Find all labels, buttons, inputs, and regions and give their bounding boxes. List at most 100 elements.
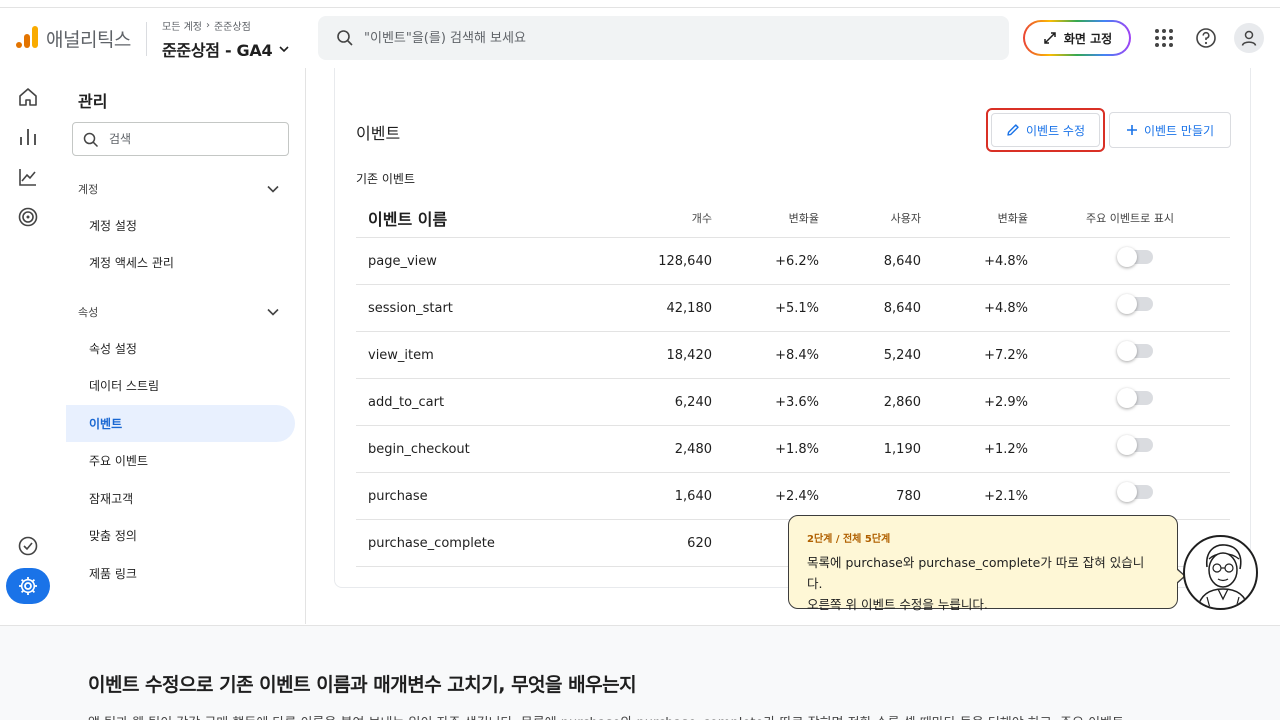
- account-avatar[interactable]: [1234, 23, 1264, 53]
- account-selector[interactable]: 모든 계정 › 준준상점 준준상점 - GA4: [162, 18, 290, 61]
- cell-users-change: +2.1%: [984, 489, 1028, 504]
- plus-icon: [1126, 125, 1137, 135]
- gear-icon: [19, 577, 37, 595]
- admin-sidebar: 관리 계정 계정 설정 계정 액세스 관리 속성 속성 설정 데이터 스트림 이…: [56, 68, 306, 624]
- help-icon[interactable]: [1194, 26, 1218, 50]
- top-border: [0, 0, 1280, 8]
- cell-count: 128,640: [658, 254, 712, 269]
- search-icon: [337, 30, 353, 46]
- cell-users-change: +2.9%: [984, 395, 1028, 410]
- lesson-title: 이벤트 수정으로 기존 이벤트 이름과 매개변수 고치기, 무엇을 배우는지: [88, 674, 637, 696]
- toggle-knob: [1117, 435, 1137, 455]
- cell-users: 8,640: [883, 301, 921, 316]
- cell-count: 42,180: [666, 301, 713, 316]
- app-name[interactable]: 애널리틱스: [46, 25, 131, 52]
- key-event-toggle[interactable]: [1117, 294, 1153, 314]
- table-row[interactable]: page_view 128,640 +6.2% 8,640 +4.8%: [356, 238, 1230, 285]
- section-account[interactable]: 계정: [78, 181, 98, 197]
- tooltip-message: 목록에 purchase와 purchase_complete가 따로 잡혀 있…: [807, 552, 1159, 615]
- cell-event-name[interactable]: purchase: [368, 489, 428, 504]
- cell-count-change: +1.8%: [775, 442, 819, 457]
- col-users-change[interactable]: 변화율: [942, 210, 1028, 226]
- cell-event-name[interactable]: view_item: [368, 348, 434, 363]
- cell-users-change: +7.2%: [984, 348, 1028, 363]
- chevron-down-icon: [279, 46, 289, 53]
- home-icon[interactable]: [16, 85, 40, 109]
- admin-title: 관리: [78, 92, 108, 111]
- search-icon: [83, 132, 99, 148]
- global-search[interactable]: [318, 16, 1009, 60]
- pin-screen-label: 화면 고정: [1063, 31, 1113, 46]
- key-event-toggle[interactable]: [1117, 247, 1153, 267]
- nav-custom-definitions[interactable]: 맞춤 정의: [66, 517, 295, 554]
- advertising-icon[interactable]: [16, 205, 40, 229]
- cell-count: 18,420: [666, 348, 713, 363]
- nav-product-links[interactable]: 제품 링크: [66, 555, 295, 592]
- cell-event-name[interactable]: begin_checkout: [368, 442, 470, 457]
- cell-count-change: +6.2%: [775, 254, 819, 269]
- cell-count-change: +2.4%: [775, 489, 819, 504]
- events-title: 이벤트: [356, 124, 401, 143]
- edit-button-highlight: 이벤트 수정: [986, 108, 1105, 152]
- nav-account-settings[interactable]: 계정 설정: [66, 207, 295, 244]
- table-row[interactable]: begin_checkout 2,480 +1.8% 1,190 +1.2%: [356, 426, 1230, 473]
- nav-property-settings[interactable]: 속성 설정: [66, 330, 295, 367]
- col-users[interactable]: 사용자: [835, 210, 921, 226]
- col-mark-key-event[interactable]: 주요 이벤트로 표시: [1086, 210, 1226, 226]
- col-count-change[interactable]: 변화율: [733, 210, 819, 226]
- tooltip-line-2: 오른쪽 위 이벤트 수정을 누릅니다.: [807, 597, 988, 612]
- cell-count-change: +5.1%: [775, 301, 819, 316]
- nav-key-events[interactable]: 주요 이벤트: [66, 442, 295, 479]
- guide-mascot: [1183, 535, 1258, 610]
- cell-event-name[interactable]: page_view: [368, 254, 437, 269]
- breadcrumb: 모든 계정 › 준준상점: [162, 18, 290, 33]
- pencil-icon: [1007, 124, 1019, 136]
- edit-event-button[interactable]: 이벤트 수정: [991, 113, 1100, 147]
- tooltip-step: 2단계 / 전체 5단계: [807, 534, 891, 545]
- cell-users: 780: [896, 489, 921, 504]
- cell-event-name[interactable]: purchase_complete: [368, 536, 495, 551]
- section-property[interactable]: 속성: [78, 304, 98, 320]
- key-event-toggle[interactable]: [1117, 388, 1153, 408]
- cell-event-name[interactable]: session_start: [368, 301, 453, 316]
- lesson-body: 앱 팀과 웹 팀이 각각 구매 행동에 다른 이름을 붙여 보내는 일이 자주 …: [88, 712, 1124, 720]
- chevron-up-icon[interactable]: [266, 182, 280, 196]
- nav-data-streams[interactable]: 데이터 스트림: [66, 367, 295, 404]
- apps-grid-icon[interactable]: [1152, 26, 1176, 50]
- table-row[interactable]: add_to_cart 6,240 +3.6% 2,860 +2.9%: [356, 379, 1230, 426]
- chevron-up-icon[interactable]: [266, 305, 280, 319]
- admin-search[interactable]: [72, 122, 289, 156]
- explore-icon[interactable]: [16, 165, 40, 189]
- toggle-knob: [1117, 388, 1137, 408]
- toggle-knob: [1117, 482, 1137, 502]
- cell-users-change: +4.8%: [984, 301, 1028, 316]
- admin-search-input[interactable]: [109, 131, 279, 147]
- nav-account-access[interactable]: 계정 액세스 관리: [66, 244, 295, 281]
- toggle-knob: [1117, 247, 1137, 267]
- table-row[interactable]: purchase 1,640 +2.4% 780 +2.1%: [356, 473, 1230, 520]
- cell-event-name[interactable]: add_to_cart: [368, 395, 444, 410]
- global-search-input[interactable]: [364, 28, 964, 48]
- create-event-label: 이벤트 만들기: [1143, 123, 1215, 138]
- key-event-toggle[interactable]: [1117, 482, 1153, 502]
- create-event-button[interactable]: 이벤트 만들기: [1109, 112, 1231, 148]
- pin-screen-button[interactable]: 화면 고정: [1023, 20, 1131, 56]
- property-name[interactable]: 준준상점 - GA4: [162, 37, 290, 61]
- key-event-toggle[interactable]: [1117, 341, 1153, 361]
- analytics-logo-icon[interactable]: [16, 26, 38, 48]
- checkmark-circle-icon[interactable]: [16, 534, 40, 558]
- col-event-name[interactable]: 이벤트 이름: [368, 206, 447, 230]
- admin-gear-button[interactable]: [6, 568, 50, 604]
- col-count[interactable]: 개수: [626, 210, 712, 226]
- cell-users-change: +1.2%: [984, 442, 1028, 457]
- nav-events[interactable]: 이벤트: [66, 405, 295, 442]
- reports-icon[interactable]: [16, 125, 40, 149]
- toggle-knob: [1117, 341, 1137, 361]
- table-row[interactable]: session_start 42,180 +5.1% 8,640 +4.8%: [356, 285, 1230, 332]
- breadcrumb-all-accounts: 모든 계정: [162, 22, 202, 33]
- nav-audiences[interactable]: 잠재고객: [66, 480, 295, 517]
- cell-users-change: +4.8%: [984, 254, 1028, 269]
- table-row[interactable]: view_item 18,420 +8.4% 5,240 +7.2%: [356, 332, 1230, 379]
- cell-count: 1,640: [674, 489, 712, 504]
- key-event-toggle[interactable]: [1117, 435, 1153, 455]
